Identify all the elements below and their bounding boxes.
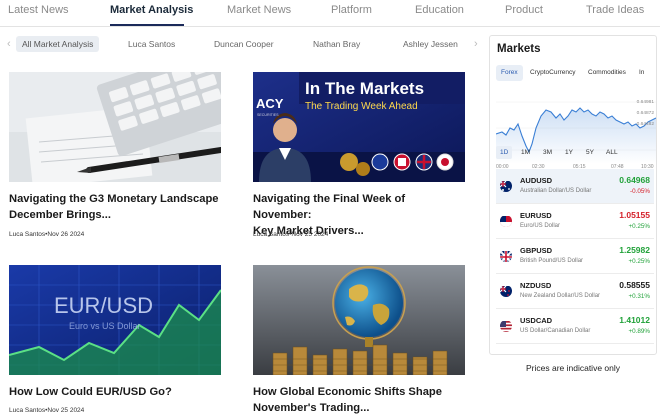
article-date: Nov 25 2024 <box>291 231 329 238</box>
nz-flag-icon <box>500 285 512 297</box>
quote-name: New Zealand Dollar/US Dollar <box>520 293 601 299</box>
quote-change: -0.05% <box>630 188 650 195</box>
tab-product[interactable]: Product <box>505 4 543 16</box>
article-title-line: Navigating the Final Week of November: <box>253 193 406 221</box>
markets-tabs: Forex CryptoCurrency Commodities In <box>496 65 656 81</box>
article-title[interactable]: How Low Could EUR/USD Go? <box>9 384 221 400</box>
quote-symbol: EURUSD <box>520 211 552 220</box>
top-navigation: Latest News Market Analysis Market News … <box>0 0 660 27</box>
prices-disclaimer: Prices are indicative only <box>525 363 620 373</box>
quote-change: +0.31% <box>628 293 650 300</box>
quote-symbol: NZDUSD <box>520 281 552 290</box>
article-author: Luca Santos <box>9 231 46 238</box>
author-filter: ‹ All Market Analysis Luca Santos Duncan… <box>0 34 484 54</box>
quote-row-gbpusd[interactable]: GBPUSD British Pound/US Dollar 1.25982 +… <box>496 239 654 274</box>
quote-price: 1.05155 <box>619 210 650 220</box>
article-title[interactable]: How Global Economic Shifts Shape Novembe… <box>253 384 465 416</box>
tab-indices[interactable]: In <box>634 65 649 81</box>
author-filter-all[interactable]: All Market Analysis <box>16 36 100 52</box>
quote-price: 1.41012 <box>619 315 650 325</box>
screen-pair-text: EUR/USD <box>54 293 153 318</box>
range-all[interactable]: ALL <box>602 146 622 159</box>
article-thumbnail[interactable] <box>9 72 221 182</box>
article-title-line: Navigating the G3 Monetary Landscape <box>9 193 219 205</box>
range-5y[interactable]: 5Y <box>582 146 598 159</box>
range-1y[interactable]: 1Y <box>561 146 577 159</box>
article-title-line: How Global Economic Shifts Shape <box>253 386 442 398</box>
range-1m[interactable]: 1M <box>517 146 534 159</box>
quote-change: +0.25% <box>628 223 650 230</box>
quote-symbol: AUDUSD <box>520 176 553 185</box>
article-thumbnail[interactable]: EUR/USD Euro vs US Dollar <box>9 265 221 375</box>
chevron-right-icon[interactable]: › <box>474 38 478 50</box>
price-chart[interactable]: 0.64981 0.64872 0.64482 00:00 02:30 05:1… <box>495 88 656 174</box>
article-title[interactable]: Navigating the G3 Monetary Landscape Dec… <box>9 191 221 223</box>
banner-brand: ACY <box>256 96 284 111</box>
y-tick-label: 0.64872 <box>636 111 654 116</box>
tab-latest-news[interactable]: Latest News <box>8 4 69 16</box>
article-date: Nov 26 2024 <box>47 231 85 238</box>
tab-commodities[interactable]: Commodities <box>583 65 631 81</box>
quote-change: +0.89% <box>628 328 650 335</box>
tab-cryptocurrency[interactable]: CryptoCurrency <box>525 65 581 81</box>
tab-market-news[interactable]: Market News <box>227 4 291 16</box>
author-filter-duncan-cooper[interactable]: Duncan Cooper <box>208 36 280 52</box>
banner-headline: In The Markets <box>305 79 424 98</box>
article-author: Luca Santos <box>9 407 46 414</box>
tab-market-analysis[interactable]: Market Analysis <box>110 4 193 16</box>
y-tick-label: 0.64482 <box>636 122 654 127</box>
quote-name: British Pound/US Dollar <box>520 258 584 264</box>
active-tab-indicator <box>110 24 184 26</box>
quote-name: Australian Dollar/US Dollar <box>520 188 592 194</box>
markets-title: Markets <box>497 43 541 55</box>
tab-platform[interactable]: Platform <box>331 4 372 16</box>
article-meta: Luca Santos•Nov 26 2024 <box>9 231 85 238</box>
quote-row-eurusd[interactable]: EURUSD Euro/US Dollar 1.05155 +0.25% <box>496 204 654 239</box>
us-flag-icon <box>500 320 512 332</box>
article-date: Nov 25 2024 <box>47 407 85 414</box>
eu-flag-icon <box>500 215 512 227</box>
range-3m[interactable]: 3M <box>539 146 556 159</box>
quote-symbol: USDCAD <box>520 316 553 325</box>
author-filter-nathan-bray[interactable]: Nathan Bray <box>307 36 366 52</box>
article-meta: Luca Santos•Nov 25 2024 <box>253 231 329 238</box>
article-title-line: How Low Could EUR/USD Go? <box>9 386 172 398</box>
quote-change: +0.25% <box>628 258 650 265</box>
article-thumbnail[interactable]: ACY SECURITIES In The Markets The Tradin… <box>253 72 465 182</box>
quote-price: 0.64968 <box>619 175 650 185</box>
markets-widget: Markets Forex CryptoCurrency Commodities… <box>489 35 657 355</box>
quote-symbol: GBPUSD <box>520 246 553 255</box>
article-title-line: November's Trading... <box>253 402 370 414</box>
tab-forex[interactable]: Forex <box>496 65 523 81</box>
quote-name: US Dollar/Canadian Dollar <box>520 328 591 334</box>
quote-price: 1.25982 <box>619 245 650 255</box>
banner-brand-sub: SECURITIES <box>257 113 279 117</box>
quote-name: Euro/US Dollar <box>520 223 561 229</box>
tab-education[interactable]: Education <box>415 4 464 16</box>
author-filter-luca-santos[interactable]: Luca Santos <box>122 36 181 52</box>
screen-sub-text: Euro vs US Dollar <box>69 321 141 331</box>
quote-row-nzdusd[interactable]: NZDUSD New Zealand Dollar/US Dollar 0.58… <box>496 274 654 309</box>
article-thumbnail[interactable] <box>253 265 465 375</box>
banner-subline: The Trading Week Ahead <box>305 101 418 112</box>
article-author: Luca Santos <box>253 231 290 238</box>
article-title-line: December Brings... <box>9 209 111 221</box>
author-filter-ashley-jessen[interactable]: Ashley Jessen <box>397 36 464 52</box>
quote-row-audusd[interactable]: AUDUSD Australian Dollar/US Dollar 0.649… <box>496 169 654 204</box>
tab-trade-ideas[interactable]: Trade Ideas <box>586 4 644 16</box>
article-meta: Luca Santos•Nov 25 2024 <box>9 407 85 414</box>
gb-flag-icon <box>500 250 512 262</box>
y-tick-label: 0.64981 <box>636 100 654 105</box>
quote-row-usdcad[interactable]: USDCAD US Dollar/Canadian Dollar 1.41012… <box>496 309 654 344</box>
au-flag-icon <box>500 180 512 192</box>
range-1d[interactable]: 1D <box>496 146 513 159</box>
chevron-left-icon[interactable]: ‹ <box>7 38 11 50</box>
quote-price: 0.58555 <box>619 280 650 290</box>
